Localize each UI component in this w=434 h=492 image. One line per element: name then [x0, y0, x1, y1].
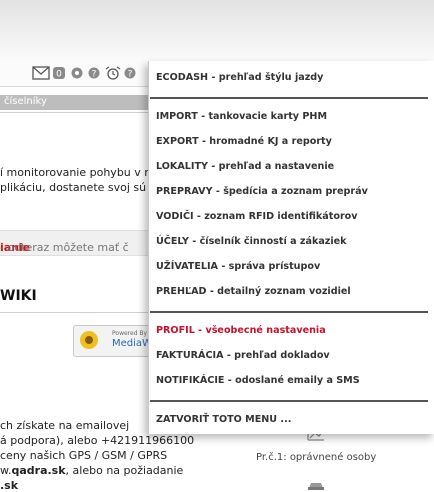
- paragraph-line: plikáciu, dostanete svoj sú: [0, 181, 147, 194]
- header-bar: [0, 0, 434, 61]
- contact-line: á podpora), alebo +421911966100: [0, 434, 195, 447]
- menu-item-prehlad[interactable]: PREHĽAD - detailný zoznam vozidiel: [156, 285, 351, 299]
- badge-name: MediaW: [112, 338, 152, 349]
- notice-bar: ianie - odteraz môžete mať č: [0, 230, 150, 256]
- wiki-heading: WIKI: [0, 288, 37, 304]
- contact-line: ceny našich GPS / GSM / GPRS: [0, 449, 168, 462]
- svg-text:?: ?: [92, 70, 97, 80]
- help-icon[interactable]: ?: [124, 66, 136, 80]
- car-icon: [308, 483, 324, 490]
- help-icon[interactable]: ?: [88, 66, 100, 80]
- menu-item-export[interactable]: EXPORT - hromadné KJ a reporty: [156, 135, 332, 149]
- paragraph-line: í monitorovanie pohybu v re: [0, 166, 156, 179]
- settings-icon[interactable]: [71, 66, 83, 80]
- menu-item-uzivatelia[interactable]: UŽÍVATELIA - správa prístupov: [156, 260, 320, 274]
- menu-item-notifikacie[interactable]: NOTIFIKÁCIE - odoslané emaily a SMS: [156, 374, 360, 388]
- svg-text:0: 0: [56, 70, 62, 80]
- menu-item-prepravy[interactable]: PREPRAVY - špedícia a zoznam prepráv: [156, 185, 368, 199]
- svg-text:?: ?: [128, 70, 133, 80]
- contact-www-suffix: , alebo na požiadanie: [65, 464, 184, 477]
- menu-separator: [150, 97, 428, 99]
- notification-badge-icon[interactable]: 0: [53, 66, 65, 80]
- menu-item-profil[interactable]: PROFIL - všeobecné nastavenia: [156, 324, 326, 338]
- menu-separator: [150, 311, 428, 313]
- mail-icon[interactable]: [32, 66, 50, 80]
- menu-item-close[interactable]: ZATVORIŤ TOTO MENU ...: [156, 413, 291, 427]
- alarm-icon[interactable]: [105, 66, 121, 80]
- notice-rest: - odteraz môžete mať č: [0, 241, 129, 254]
- contact-www-prefix: w.: [0, 464, 12, 477]
- menu-item-fakturacia[interactable]: FAKTURÁCIA - prehľad dokladov: [156, 349, 330, 363]
- dropdown-menu: ECODASH - prehľad štýlu jazdy IMPORT - t…: [148, 61, 434, 434]
- section-header: číselníky: [0, 95, 150, 110]
- mediawiki-badge[interactable]: Powered By MediaW: [73, 325, 155, 357]
- menu-item-ecodash[interactable]: ECODASH - prehľad štýlu jazdy: [156, 71, 323, 85]
- figure-caption: Pr.č.1: oprávnené osoby: [256, 452, 377, 463]
- divider: [0, 112, 150, 113]
- divider: [0, 312, 150, 313]
- menu-separator: [150, 400, 428, 402]
- contact-line: ch získate na emailovej: [0, 419, 130, 432]
- sunflower-icon: [80, 331, 98, 349]
- menu-item-lokality[interactable]: LOKALITY - prehľad a nastavenie: [156, 160, 334, 174]
- qadra-link[interactable]: qadra.sk: [11, 464, 65, 477]
- badge-powered-text: Powered By: [112, 330, 148, 337]
- contact-domain: .sk: [0, 479, 19, 492]
- contact-www-line: w.qadra.sk, alebo na požiadanie: [0, 464, 183, 477]
- menu-item-import[interactable]: IMPORT - tankovacie karty PHM: [156, 110, 327, 124]
- section-label: číselníky: [4, 96, 47, 107]
- menu-item-ucely[interactable]: ÚČELY - číselník činností a zákaziek: [156, 235, 347, 249]
- menu-item-vodici[interactable]: VODIČI - zoznam RFID identifikátorov: [156, 210, 358, 224]
